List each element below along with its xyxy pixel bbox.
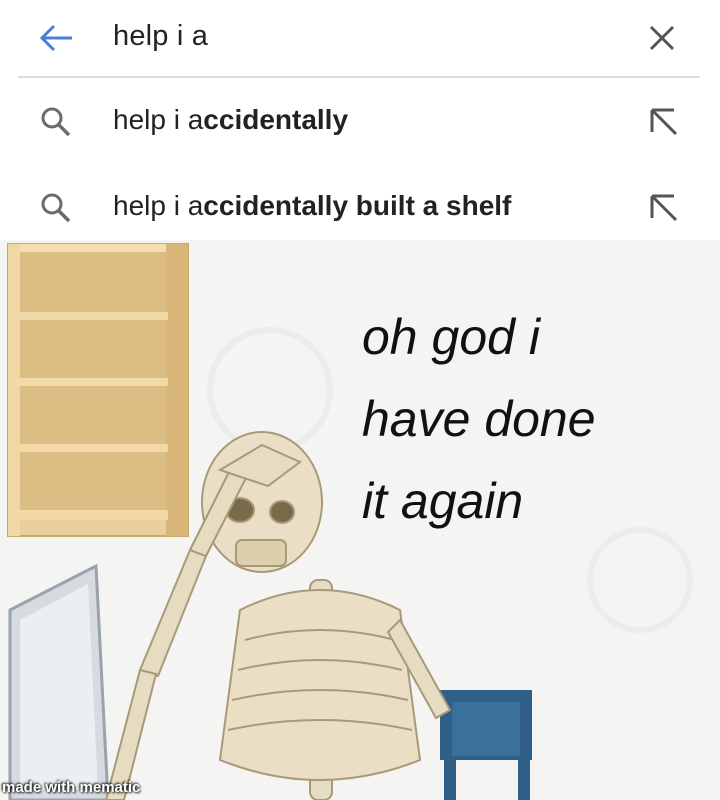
- caption-line: have done: [362, 391, 596, 447]
- search-icon: [41, 107, 71, 137]
- arrow-left-icon[interactable]: [36, 22, 76, 54]
- arrow-up-left-icon[interactable]: [646, 192, 680, 226]
- bookshelf-image: [7, 243, 189, 537]
- suggestion-prefix: help i a: [113, 190, 204, 221]
- divider: [18, 76, 700, 78]
- caption-line: it again: [362, 473, 524, 529]
- watermark: made with mematic: [2, 779, 141, 796]
- search-input[interactable]: help i a: [113, 20, 208, 53]
- meme-image: [0, 240, 720, 800]
- search-icon: [41, 193, 71, 223]
- suggestion-completion: ccidentally built a shelf: [203, 190, 512, 221]
- suggestion-completion: ccidentally: [203, 104, 349, 135]
- search-bar: help i a: [0, 0, 720, 76]
- caption-line: oh god i: [362, 309, 540, 365]
- meme-caption: oh god i have done it again: [362, 296, 596, 542]
- laptop-image: [8, 563, 110, 800]
- suggestion-prefix: help i a: [113, 104, 204, 135]
- suggestion-text: help i accidentally: [113, 104, 348, 136]
- suggestion-item[interactable]: help i accidentally: [0, 92, 720, 152]
- suggestion-item[interactable]: help i accidentally built a shelf: [0, 178, 720, 238]
- arrow-up-left-icon[interactable]: [646, 106, 680, 140]
- suggestion-text: help i accidentally built a shelf: [113, 190, 511, 222]
- close-icon[interactable]: [642, 18, 682, 58]
